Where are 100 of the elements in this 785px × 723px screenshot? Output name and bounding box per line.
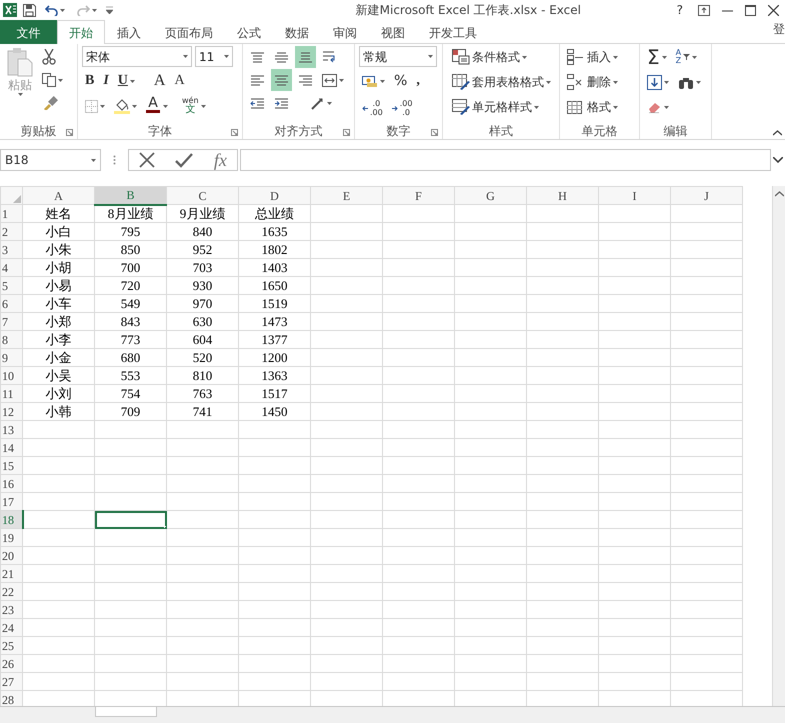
column-header[interactable]: J — [670, 186, 742, 204]
table-format-icon — [452, 74, 470, 90]
column-header[interactable]: E — [310, 186, 382, 204]
command-button[interactable]: 插入 — [564, 46, 621, 68]
table-cell: 1519 — [238, 294, 310, 312]
percent-button[interactable]: % — [391, 70, 410, 92]
ribbon-tab[interactable]: 数据 — [273, 20, 321, 44]
row-header[interactable]: 18 — [0, 510, 22, 528]
sign-in-link[interactable]: 登 — [773, 20, 785, 38]
number-format-select[interactable]: 常规 — [359, 46, 437, 67]
row-header[interactable]: 14 — [0, 438, 22, 456]
row-header[interactable]: 24 — [0, 618, 22, 636]
row-header[interactable]: 3 — [0, 240, 22, 258]
decrease-indent-icon — [250, 96, 265, 110]
caret-icon — [613, 80, 618, 84]
bold-button[interactable]: B — [82, 70, 98, 92]
font-name-select[interactable]: 宋体 — [82, 46, 192, 67]
ribbon-tab[interactable]: 插入 — [105, 20, 153, 44]
row-header[interactable]: 10 — [0, 366, 22, 384]
row-header[interactable]: 26 — [0, 654, 22, 672]
row-header[interactable]: 17 — [0, 492, 22, 510]
caret-icon — [60, 8, 65, 12]
caret-icon — [664, 106, 669, 108]
table-cell: 9月业绩 — [166, 204, 238, 222]
active-cell[interactable] — [94, 510, 166, 528]
row-header[interactable]: 27 — [0, 672, 22, 690]
ribbon-tab[interactable]: 视图 — [369, 20, 417, 44]
row-header[interactable]: 13 — [0, 420, 22, 438]
table-cell: 1363 — [238, 366, 310, 384]
table-cell: 小李 — [22, 330, 94, 348]
italic-button[interactable]: I — [100, 70, 112, 92]
shrink-font-button[interactable]: A — [171, 70, 188, 92]
underline-label: U — [118, 74, 128, 88]
row-header[interactable]: 28 — [0, 690, 22, 706]
grow-font-button[interactable]: A — [150, 70, 168, 92]
row-header[interactable]: 5 — [0, 276, 22, 294]
sort-filter-button[interactable]: A Z — [672, 46, 700, 68]
row-header[interactable]: 20 — [0, 546, 22, 564]
formula-input[interactable] — [240, 149, 771, 171]
column-header[interactable]: I — [598, 186, 670, 204]
command-button[interactable]: 删除 — [564, 71, 621, 93]
row-header[interactable]: 15 — [0, 456, 22, 474]
vertical-scrollbar[interactable] — [772, 186, 785, 706]
row-header[interactable]: 11 — [0, 384, 22, 402]
row-header[interactable]: 9 — [0, 348, 22, 366]
phonetic-guide-button[interactable]: wén 文 — [179, 95, 209, 117]
group-label: 对齐方式 — [274, 123, 322, 140]
increase-decimal-button[interactable]: .0 .00 — [359, 95, 386, 121]
row-header[interactable]: 23 — [0, 600, 22, 618]
row-header[interactable]: 12 — [0, 402, 22, 420]
ribbon-tab[interactable]: 公式 — [225, 20, 273, 44]
underline-button[interactable]: U — [114, 70, 138, 92]
table-cell: 709 — [94, 402, 166, 420]
row-header[interactable]: 4 — [0, 258, 22, 276]
copy-icon — [42, 73, 56, 87]
table-cell: 1450 — [238, 402, 310, 420]
table-cell: 604 — [166, 330, 238, 348]
column-header[interactable]: C — [166, 186, 238, 204]
column-header[interactable]: H — [526, 186, 598, 204]
column-header[interactable]: G — [454, 186, 526, 204]
row-header[interactable]: 2 — [0, 222, 22, 240]
autosum-button[interactable]: Σ — [644, 46, 670, 68]
ribbon-tab[interactable]: 开发工具 — [417, 20, 489, 44]
column-header[interactable]: F — [382, 186, 454, 204]
row-header[interactable]: 16 — [0, 474, 22, 492]
name-box[interactable]: B18 — [0, 149, 101, 171]
window-title: 新建Microsoft Excel 工作表.xlsx - Excel — [354, 2, 582, 19]
help-button[interactable]: ? — [674, 0, 686, 21]
alignment-button[interactable] — [295, 46, 316, 68]
font-size-select[interactable]: 11 — [195, 46, 233, 67]
ribbon-tab[interactable]: 审阅 — [321, 20, 369, 44]
brush-icon — [42, 96, 58, 110]
row-header[interactable]: 22 — [0, 582, 22, 600]
collapse-ribbon-icon — [773, 130, 782, 136]
close-icon — [768, 4, 779, 16]
row-header[interactable]: 7 — [0, 312, 22, 330]
ribbon-tab[interactable]: 开始 — [57, 20, 105, 44]
command-button[interactable]: 条件格式 — [449, 46, 554, 68]
ribbon-tab[interactable]: 页面布局 — [153, 20, 225, 44]
alignment-button[interactable] — [271, 69, 292, 91]
decrease-decimal-button[interactable]: .00 .0 — [388, 95, 416, 121]
row-header[interactable]: 21 — [0, 564, 22, 582]
row-header[interactable]: 8 — [0, 330, 22, 348]
command-button[interactable]: 单元格样式 — [449, 96, 554, 118]
command-button[interactable]: 套用表格格式 — [449, 71, 554, 93]
command-button[interactable]: 格式 — [564, 96, 621, 118]
cancel-icon — [139, 152, 156, 168]
file-tab[interactable]: 文件 — [0, 20, 57, 44]
insert-function-button[interactable]: fx — [210, 149, 230, 171]
undo-icon — [45, 4, 58, 16]
column-header[interactable]: A — [22, 186, 94, 204]
row-header[interactable]: 1 — [0, 204, 22, 222]
font-color-button[interactable]: A — [143, 95, 163, 117]
row-header[interactable]: 6 — [0, 294, 22, 312]
column-header[interactable]: D — [238, 186, 310, 204]
row-header[interactable]: 19 — [0, 528, 22, 546]
comma-style-button[interactable]: , — [413, 70, 423, 92]
align-center-icon — [274, 72, 289, 88]
column-header[interactable]: B — [94, 186, 166, 204]
row-header[interactable]: 25 — [0, 636, 22, 654]
